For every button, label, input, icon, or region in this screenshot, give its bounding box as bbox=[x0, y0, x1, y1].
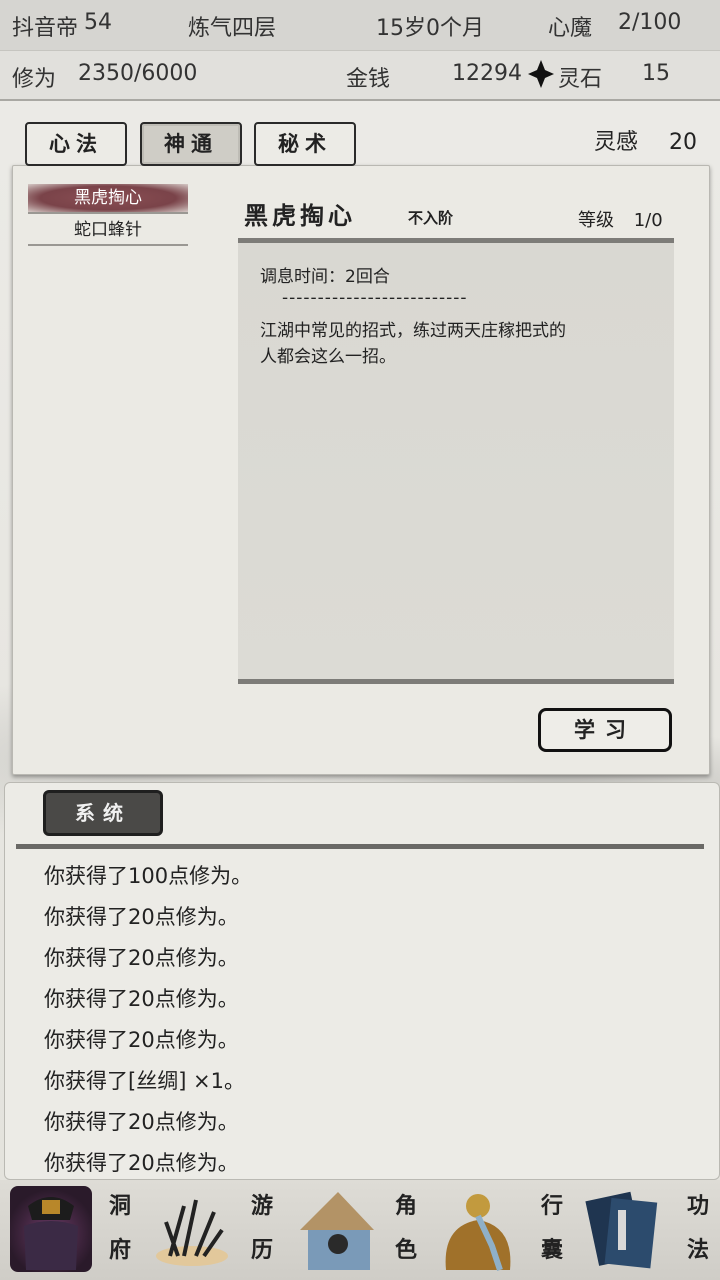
spirit-stone-icon bbox=[528, 60, 554, 88]
cultivation-realm: 炼气四层 bbox=[188, 16, 277, 41]
nav-cave-char-2[interactable]: 府 bbox=[104, 1230, 136, 1270]
rest-time: 调息时间：2回合 bbox=[260, 267, 390, 287]
log-message: 你获得了20点修为。 bbox=[44, 1110, 239, 1134]
log-message: 你获得了20点修为。 bbox=[44, 946, 239, 970]
level-value: 1/0 bbox=[633, 210, 663, 231]
nav-travel-char-2[interactable]: 历 bbox=[246, 1230, 278, 1270]
tab-secret-arts[interactable]: 秘术 bbox=[254, 122, 356, 166]
spirit-stone-label: 灵石 bbox=[558, 67, 603, 92]
player-name: 抖音帝 bbox=[12, 16, 79, 41]
status-ghost-number: 54 bbox=[84, 10, 112, 35]
skill-rank: 不入阶 bbox=[408, 209, 454, 227]
player-age: 15岁0个月 bbox=[376, 16, 484, 41]
heart-demon-label: 心魔 bbox=[548, 16, 593, 41]
nav-character-char-2[interactable]: 色 bbox=[390, 1230, 422, 1270]
skill-level: 等级 1/0 bbox=[578, 206, 663, 232]
system-log-tab[interactable]: 系统 bbox=[43, 790, 163, 836]
nav-bag-char-2[interactable]: 囊 bbox=[536, 1230, 568, 1270]
inspiration-label: 灵感 bbox=[594, 130, 639, 155]
resource-bar: 修为 2350/6000 金钱 12294 灵石 15 bbox=[0, 51, 720, 101]
tab-divine-arts[interactable]: 神通 bbox=[140, 122, 242, 166]
nav-skills-char-1[interactable]: 功 bbox=[682, 1186, 714, 1226]
description-line-2: 人都会这么一招。 bbox=[260, 347, 396, 367]
cultivation-label: 修为 bbox=[12, 67, 57, 92]
skill-list-item-selected[interactable]: 黑虎掏心 bbox=[28, 184, 188, 214]
cultivation-value: 2350/6000 bbox=[78, 61, 198, 86]
nav-skills-char-2[interactable]: 法 bbox=[682, 1230, 714, 1270]
learn-button[interactable]: 学习 bbox=[538, 708, 672, 752]
money-value: 12294 bbox=[452, 61, 522, 86]
spirit-stone-value: 15 bbox=[642, 61, 670, 86]
log-message: 你获得了20点修为。 bbox=[44, 1028, 239, 1052]
description-line-1: 江湖中常见的招式，练过两天庄稼把式的 bbox=[260, 321, 566, 341]
log-divider bbox=[16, 844, 704, 849]
tab-heart-method[interactable]: 心法 bbox=[25, 122, 127, 166]
level-label: 等级 bbox=[578, 210, 614, 231]
log-message: 你获得了20点修为。 bbox=[44, 905, 239, 929]
cave-icon[interactable] bbox=[10, 1186, 92, 1272]
character-hat-icon[interactable] bbox=[294, 1186, 376, 1272]
log-message: 你获得了20点修为。 bbox=[44, 987, 239, 1011]
bag-pouch-icon[interactable] bbox=[438, 1186, 520, 1272]
travel-grass-icon[interactable] bbox=[150, 1186, 232, 1272]
money-label: 金钱 bbox=[346, 67, 391, 92]
nav-cave-char-1[interactable]: 洞 bbox=[104, 1186, 136, 1226]
nav-travel-char-1[interactable]: 游 bbox=[246, 1186, 278, 1226]
heart-demon-value: 2/100 bbox=[618, 10, 682, 35]
nav-bag-char-1[interactable]: 行 bbox=[536, 1186, 568, 1226]
log-message: 你获得了20点修为。 bbox=[44, 1151, 239, 1175]
skill-list-item[interactable]: 蛇口蜂针 bbox=[28, 216, 188, 246]
nav-character-char-1[interactable]: 角 bbox=[390, 1186, 422, 1226]
inspiration-value: 20 bbox=[669, 130, 698, 155]
status-bar: 54 抖音帝 炼气四层 15岁0个月 心魔 2/100 bbox=[0, 0, 720, 51]
skill-title: 黑虎掏心 bbox=[244, 201, 356, 230]
log-message: 你获得了[丝绸] ×1。 bbox=[44, 1069, 246, 1093]
skill-books-icon[interactable] bbox=[584, 1186, 666, 1272]
log-message: 你获得了100点修为。 bbox=[44, 864, 253, 888]
description-divider: -------------------------- bbox=[282, 288, 468, 308]
inspiration-readout: 灵感 20 bbox=[594, 124, 697, 156]
